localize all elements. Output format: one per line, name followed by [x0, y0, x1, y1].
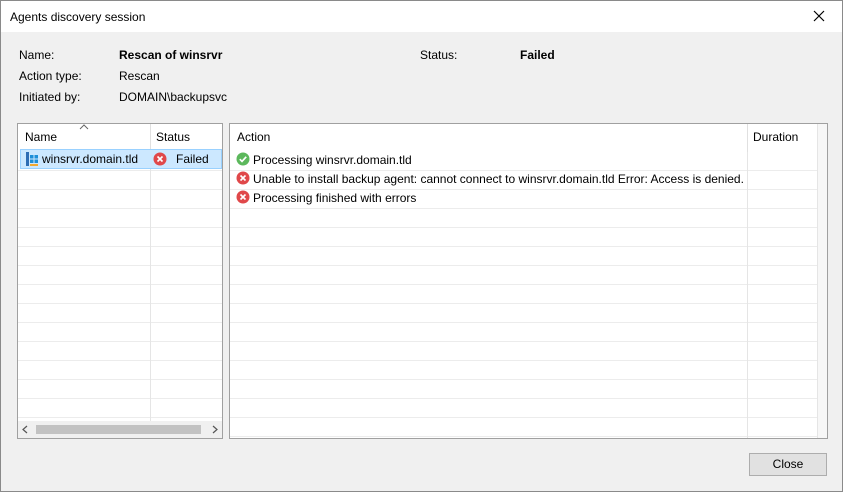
column-header-status[interactable]: Status: [156, 130, 190, 144]
column-header-name[interactable]: Name: [25, 130, 57, 144]
close-button[interactable]: Close: [749, 453, 827, 476]
scrollbar-thumb[interactable]: [36, 425, 201, 434]
hosts-grid: [18, 152, 222, 438]
initiated-by-label: Initiated by:: [19, 90, 81, 104]
dialog-window: Agents discovery session Name: Rescan of…: [0, 0, 843, 492]
sort-ascending-icon: [79, 124, 89, 130]
vertical-scrollbar[interactable]: [817, 124, 827, 438]
session-log[interactable]: Action Duration Processing winsrvr.domai…: [229, 123, 828, 439]
action-type-label: Action type:: [19, 69, 82, 83]
close-icon: [813, 10, 825, 22]
hosts-list[interactable]: Name Status winsrvr.domain.tld Failed: [17, 123, 223, 439]
error-icon: [236, 171, 250, 185]
column-header-duration[interactable]: Duration: [753, 130, 798, 144]
window-title: Agents discovery session: [10, 10, 146, 24]
name-value: Rescan of winsrvr: [119, 48, 223, 62]
horizontal-scrollbar[interactable]: [18, 421, 222, 438]
status-label: Status:: [420, 48, 458, 62]
error-icon: [236, 190, 250, 204]
log-row[interactable]: Processing winsrvr.domain.tld: [230, 151, 747, 170]
close-window-button[interactable]: [796, 1, 842, 32]
log-text: Unable to install backup agent: cannot c…: [253, 172, 744, 186]
action-type-value: Rescan: [119, 69, 160, 83]
error-icon: [153, 152, 167, 166]
log-text: Processing finished with errors: [253, 191, 417, 205]
status-value: Failed: [520, 48, 555, 62]
log-text: Processing winsrvr.domain.tld: [253, 153, 412, 167]
success-icon: [236, 152, 250, 166]
name-label: Name:: [19, 48, 55, 62]
host-row[interactable]: winsrvr.domain.tld Failed: [20, 149, 222, 169]
host-status: Failed: [176, 152, 209, 166]
column-header-action[interactable]: Action: [237, 130, 270, 144]
initiated-by-value: DOMAIN\backupsvc: [119, 90, 228, 104]
chevron-left-icon[interactable]: [22, 425, 28, 434]
title-bar: Agents discovery session: [1, 1, 842, 32]
chevron-right-icon[interactable]: [212, 425, 218, 434]
hosts-head-divider: [150, 124, 151, 152]
log-row[interactable]: Unable to install backup agent: cannot c…: [230, 170, 747, 189]
hosts-col-divider: [150, 152, 151, 421]
host-name: winsrvr.domain.tld: [42, 152, 139, 166]
log-col-divider: [747, 152, 748, 438]
log-head-divider: [747, 124, 748, 152]
server-icon: [26, 152, 38, 166]
log-row[interactable]: Processing finished with errors: [230, 189, 747, 208]
